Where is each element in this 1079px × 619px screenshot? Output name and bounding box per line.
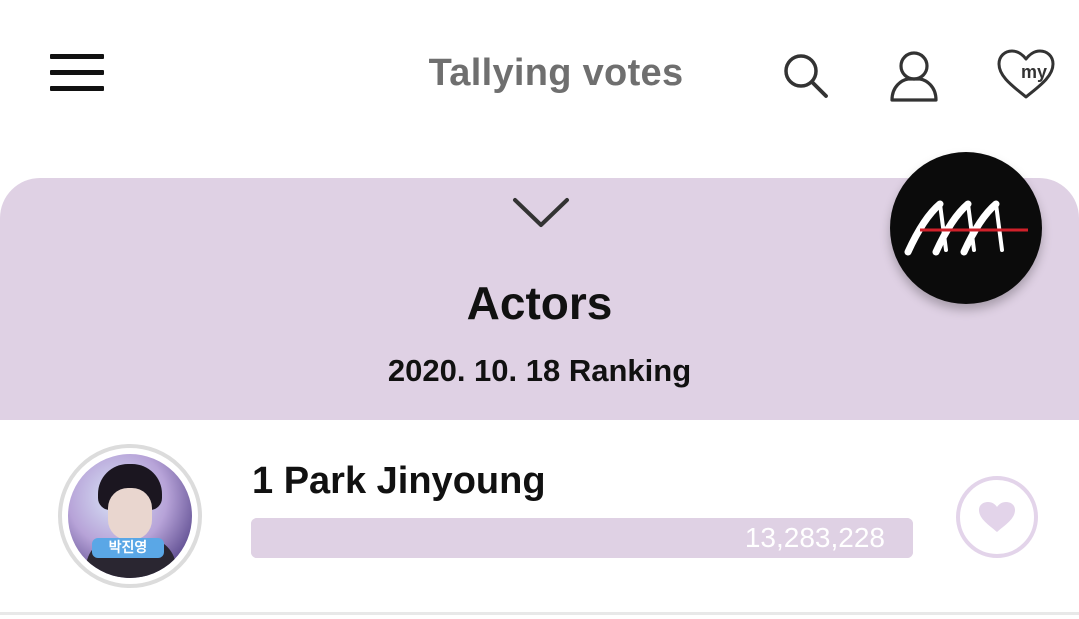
top-app-bar: Tallying votes my	[0, 0, 1079, 150]
ranking-date-label: 2020. 10. 18 Ranking	[387, 353, 692, 388]
heart-icon	[979, 502, 1015, 532]
brand-logo[interactable]	[890, 152, 1042, 304]
my-badge-label: my	[1021, 62, 1047, 82]
vote-heart-button[interactable]	[956, 476, 1038, 558]
row-divider	[0, 612, 1079, 615]
vote-progress-bar: 13,283,228	[251, 518, 913, 558]
rank-name-label: 1 Park Jinyoung	[252, 460, 546, 502]
menu-icon[interactable]	[50, 54, 104, 92]
chevron-down-icon[interactable]	[512, 196, 570, 230]
search-icon[interactable]	[780, 50, 830, 100]
vote-count: 13,283,228	[744, 522, 885, 553]
avatar-caption: 박진영	[92, 538, 164, 558]
page-title: Tallying votes	[428, 52, 684, 94]
avatar[interactable]: 박진영	[68, 454, 192, 578]
my-heart-icon[interactable]: my	[996, 48, 1056, 100]
user-icon[interactable]	[886, 48, 942, 104]
